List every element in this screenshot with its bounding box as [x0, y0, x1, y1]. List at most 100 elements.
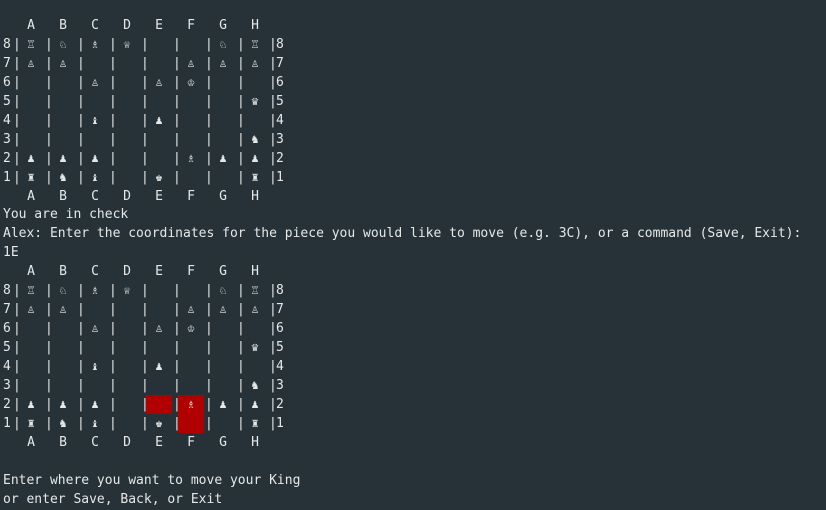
square-e7[interactable] [146, 54, 172, 73]
square-a1[interactable]: ♜ [18, 414, 44, 433]
square-g8[interactable]: ♘ [210, 35, 236, 54]
square-g5[interactable] [210, 92, 236, 111]
square-d5[interactable] [114, 338, 140, 357]
square-b4[interactable] [50, 357, 76, 376]
square-e1[interactable]: ♚ [146, 168, 172, 187]
square-c4[interactable]: ♝ [82, 111, 108, 130]
square-c3[interactable] [82, 376, 108, 395]
square-h7[interactable]: ♙ [242, 54, 268, 73]
square-e8[interactable] [146, 281, 172, 300]
square-b7[interactable]: ♙ [50, 300, 76, 319]
square-g4[interactable] [210, 357, 236, 376]
square-a8[interactable]: ♖ [18, 35, 44, 54]
square-f8[interactable] [178, 281, 204, 300]
square-g7[interactable]: ♙ [210, 54, 236, 73]
square-g6[interactable] [210, 319, 236, 338]
square-h3[interactable]: ♞ [242, 376, 268, 395]
square-e4[interactable]: ♟ [146, 357, 172, 376]
square-e3[interactable] [146, 376, 172, 395]
square-d2[interactable] [114, 149, 140, 168]
square-b3[interactable] [50, 130, 76, 149]
square-b1[interactable]: ♞ [50, 414, 76, 433]
square-f2[interactable]: ♗ [178, 395, 204, 414]
square-f6[interactable]: ♔ [178, 319, 204, 338]
square-d7[interactable] [114, 54, 140, 73]
square-a2[interactable]: ♟ [18, 395, 44, 414]
square-g1[interactable] [210, 414, 236, 433]
square-b1[interactable]: ♞ [50, 168, 76, 187]
square-c3[interactable] [82, 130, 108, 149]
square-f1[interactable] [178, 414, 204, 433]
square-a3[interactable] [18, 376, 44, 395]
square-e4[interactable]: ♟ [146, 111, 172, 130]
square-c1[interactable]: ♝ [82, 168, 108, 187]
square-b5[interactable] [50, 338, 76, 357]
square-c6[interactable]: ♙ [82, 319, 108, 338]
square-g3[interactable] [210, 376, 236, 395]
square-f7[interactable]: ♙ [178, 300, 204, 319]
square-a5[interactable] [18, 92, 44, 111]
square-a7[interactable]: ♙ [18, 300, 44, 319]
square-g7[interactable]: ♙ [210, 300, 236, 319]
square-e1[interactable]: ♚ [146, 414, 172, 433]
square-c2[interactable]: ♟ [82, 149, 108, 168]
square-d4[interactable] [114, 111, 140, 130]
square-c4[interactable]: ♝ [82, 357, 108, 376]
square-d7[interactable] [114, 300, 140, 319]
square-e3[interactable] [146, 130, 172, 149]
square-h1[interactable]: ♜ [242, 414, 268, 433]
square-a8[interactable]: ♖ [18, 281, 44, 300]
square-h8[interactable]: ♖ [242, 281, 268, 300]
square-e6[interactable]: ♙ [146, 73, 172, 92]
square-f5[interactable] [178, 92, 204, 111]
square-e5[interactable] [146, 338, 172, 357]
square-c1[interactable]: ♝ [82, 414, 108, 433]
square-f4[interactable] [178, 357, 204, 376]
square-h3[interactable]: ♞ [242, 130, 268, 149]
square-a1[interactable]: ♜ [18, 168, 44, 187]
square-c8[interactable]: ♗ [82, 281, 108, 300]
square-d3[interactable] [114, 130, 140, 149]
square-b2[interactable]: ♟ [50, 149, 76, 168]
square-g6[interactable] [210, 73, 236, 92]
square-g8[interactable]: ♘ [210, 281, 236, 300]
square-c7[interactable] [82, 300, 108, 319]
square-c8[interactable]: ♗ [82, 35, 108, 54]
square-f1[interactable] [178, 168, 204, 187]
square-a7[interactable]: ♙ [18, 54, 44, 73]
square-g2[interactable]: ♟ [210, 395, 236, 414]
square-g5[interactable] [210, 338, 236, 357]
square-d6[interactable] [114, 73, 140, 92]
square-f5[interactable] [178, 338, 204, 357]
square-f8[interactable] [178, 35, 204, 54]
user-input-line[interactable]: 1E [3, 243, 19, 262]
square-d8[interactable]: ♕ [114, 281, 140, 300]
square-c2[interactable]: ♟ [82, 395, 108, 414]
square-b3[interactable] [50, 376, 76, 395]
square-b6[interactable] [50, 319, 76, 338]
square-h4[interactable] [242, 357, 268, 376]
square-d1[interactable] [114, 168, 140, 187]
square-h6[interactable] [242, 319, 268, 338]
square-a2[interactable]: ♟ [18, 149, 44, 168]
square-g1[interactable] [210, 168, 236, 187]
square-e7[interactable] [146, 300, 172, 319]
square-b2[interactable]: ♟ [50, 395, 76, 414]
square-c6[interactable]: ♙ [82, 73, 108, 92]
square-e2[interactable] [146, 149, 172, 168]
square-d4[interactable] [114, 357, 140, 376]
square-h2[interactable]: ♟ [242, 149, 268, 168]
square-b6[interactable] [50, 73, 76, 92]
square-d5[interactable] [114, 92, 140, 111]
square-a6[interactable] [18, 319, 44, 338]
square-h5[interactable]: ♛ [242, 338, 268, 357]
square-f3[interactable] [178, 376, 204, 395]
square-a6[interactable] [18, 73, 44, 92]
square-d8[interactable]: ♕ [114, 35, 140, 54]
square-a3[interactable] [18, 130, 44, 149]
square-h4[interactable] [242, 111, 268, 130]
square-b5[interactable] [50, 92, 76, 111]
square-a4[interactable] [18, 357, 44, 376]
square-b8[interactable]: ♘ [50, 35, 76, 54]
square-a4[interactable] [18, 111, 44, 130]
